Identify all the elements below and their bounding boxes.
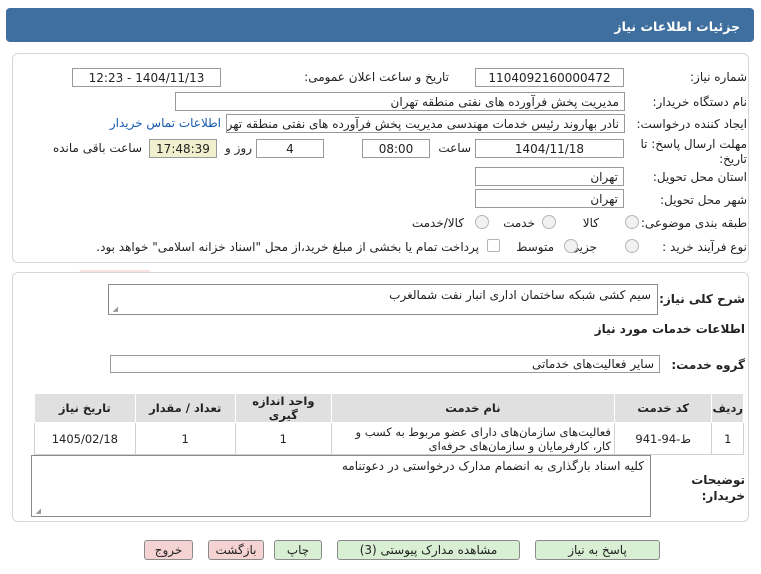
col-header-row-number: ردیف (711, 393, 744, 423)
col-header-unit: واحد اندازه گیری (234, 393, 332, 423)
buyer-contact-link[interactable]: اطلاعات تماس خریدار (110, 116, 221, 130)
cell-quantity: 1 (134, 422, 236, 455)
need-number-label: شماره نیاز: (690, 70, 747, 84)
buyer-notes-text: کلیه اسناد بارگذاری به انضمام مدارک درخو… (341, 459, 644, 473)
announce-datetime-field: 1404/11/13 - 12:23 (72, 68, 221, 87)
service-group-label: گروه خدمت: (671, 358, 745, 372)
deadline-date-field: 1404/11/18 (475, 139, 624, 158)
summary-text: سیم کشی شبکه ساختمان اداری انبار نفت شما… (389, 288, 651, 302)
print-button[interactable]: چاپ (274, 540, 322, 560)
cell-row-number: 1 (711, 422, 744, 455)
page-header: جزئیات اطلاعات نیاز (6, 8, 754, 42)
buyer-notes-textarea[interactable]: کلیه اسناد بارگذاری به انضمام مدارک درخو… (31, 455, 651, 517)
category-option-goods: کالا (582, 216, 599, 230)
deadline-label: مهلت ارسال پاسخ: تا تاریخ: (640, 137, 747, 166)
col-header-service-name: نام خدمت (330, 393, 615, 423)
city-field: تهران (475, 189, 624, 208)
summary-label: شرح کلی نیاز: (659, 292, 745, 306)
process-radio-minor[interactable] (625, 239, 639, 253)
category-option-service: خدمت (503, 216, 535, 230)
creator-field: نادر بهاروند رئیس خدمات مهندسی مدیریت پخ… (226, 114, 625, 133)
category-radio-goods-service[interactable] (475, 215, 489, 229)
treasury-payment-checkbox[interactable] (487, 239, 500, 252)
summary-textarea[interactable]: سیم کشی شبکه ساختمان اداری انبار نفت شما… (108, 284, 658, 315)
category-option-goods-service: کالا/خدمت (411, 216, 464, 230)
province-field: تهران (475, 167, 624, 186)
need-number-field: 1104092160000472 (475, 68, 624, 87)
announce-label: تاریخ و ساعت اعلان عمومی: (304, 70, 449, 84)
services-section-title: اطلاعات خدمات مورد نیاز (594, 322, 745, 336)
remaining-label: ساعت باقی مانده (52, 141, 142, 155)
creator-label: ایجاد کننده درخواست: (636, 117, 747, 131)
buyer-notes-label: توضیحات خریدار: (691, 473, 745, 503)
col-header-service-code: کد خدمت (613, 393, 713, 423)
table-header-row: ردیف کد خدمت نام خدمت واحد اندازه گیری ت… (34, 393, 744, 423)
page-title: جزئیات اطلاعات نیاز (614, 19, 740, 34)
view-attachments-button[interactable]: مشاهده مدارک پیوستی (3) (337, 540, 520, 560)
deadline-hour-label: ساعت (438, 141, 471, 155)
category-radio-goods[interactable] (625, 215, 639, 229)
exit-button[interactable]: خروج (144, 540, 193, 560)
province-label: استان محل تحویل: (652, 170, 747, 184)
resize-grip-icon[interactable]: ◢ (34, 508, 41, 515)
category-radio-service[interactable] (542, 215, 556, 229)
category-label: طبقه بندی موضوعی: (640, 216, 747, 230)
city-label: شهر محل تحویل: (660, 193, 747, 207)
back-button[interactable]: بازگشت (208, 540, 264, 560)
treasury-payment-note: پرداخت تمام یا بخشی از مبلغ خرید،از محل … (96, 240, 479, 254)
buyer-org-label: نام دستگاه خریدار: (652, 95, 748, 109)
col-header-quantity: تعداد / مقدار (134, 393, 236, 423)
service-group-field: سایر فعالیت‌های خدماتی (110, 355, 660, 373)
cell-service-code: ط-94-941 (613, 422, 713, 455)
reply-button[interactable]: پاسخ به نیاز (535, 540, 660, 560)
buyer-org-field: مدیریت پخش فرآورده های نفتی منطقه تهران (175, 92, 625, 111)
services-table: ردیف کد خدمت نام خدمت واحد اندازه گیری ت… (34, 393, 744, 455)
remaining-days-field: 4 (256, 139, 324, 158)
process-option-medium: متوسط (516, 240, 554, 254)
cell-need-date: 1405/02/18 (34, 422, 136, 455)
days-label: روز و (225, 141, 252, 155)
table-row: 1 ط-94-941 فعالیت‌های سازمان‌های دارای ع… (34, 422, 744, 455)
deadline-time-field: 08:00 (362, 139, 430, 158)
process-radio-medium[interactable] (564, 239, 578, 253)
resize-grip-icon[interactable]: ◢ (111, 306, 118, 313)
col-header-need-date: تاریخ نیاز (34, 393, 136, 423)
cell-unit: 1 (234, 422, 332, 455)
process-label: نوع فرآیند خرید : (662, 240, 747, 254)
remaining-time-field: 17:48:39 (149, 139, 217, 158)
cell-service-name: فعالیت‌های سازمان‌های دارای عضو مربوط به… (330, 422, 615, 455)
